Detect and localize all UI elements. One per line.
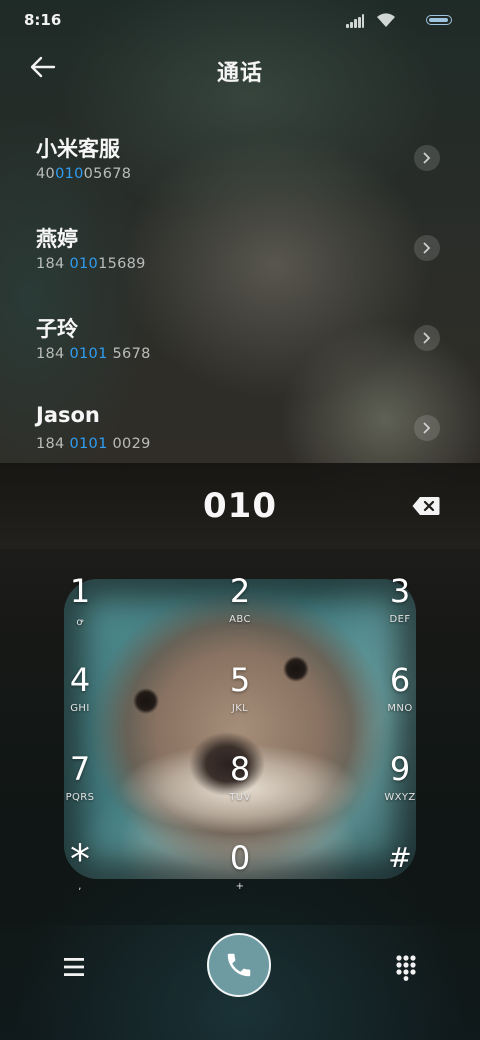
- key-1[interactable]: 1 ꝍ: [38, 549, 122, 628]
- key-7[interactable]: 7 PQRS: [38, 727, 122, 805]
- key-9[interactable]: 9 WXYZ: [358, 727, 442, 805]
- menu-button[interactable]: [60, 953, 88, 981]
- contact-detail-button[interactable]: [414, 145, 440, 171]
- battery-icon: [426, 15, 452, 25]
- dialpad-icon: [396, 955, 416, 981]
- backspace-icon: [412, 497, 440, 515]
- page-title: 通话: [216, 61, 263, 86]
- contact-name: 小米客服: [36, 137, 120, 161]
- contact-number: 184 0101 0029: [36, 436, 151, 452]
- matched-digits: 010: [69, 256, 99, 272]
- chevron-right-icon: [423, 422, 431, 434]
- signal-icon: [346, 14, 364, 28]
- dialed-number: 010: [203, 486, 277, 526]
- matched-digits: 0101: [69, 436, 108, 452]
- key-2[interactable]: 2 ABC: [198, 549, 282, 627]
- contact-name: 燕婷: [36, 227, 78, 251]
- contact-item[interactable]: 燕婷 184 01015689: [0, 205, 480, 295]
- key-6[interactable]: 6 MNO: [358, 638, 442, 716]
- contact-detail-button[interactable]: [414, 235, 440, 261]
- status-time: 8:16: [24, 11, 62, 29]
- header: 通话: [0, 40, 480, 100]
- call-button[interactable]: [207, 933, 271, 997]
- chevron-right-icon: [423, 242, 431, 254]
- key-star[interactable]: * ,: [38, 816, 122, 894]
- dialpad-toggle-button[interactable]: [394, 953, 418, 981]
- contact-list: 小米客服 4001005678 燕婷 184 01015689 子玲 184 0…: [0, 115, 480, 475]
- contact-item[interactable]: 子玲 184 0101 5678: [0, 295, 480, 385]
- status-icons: [332, 12, 452, 28]
- matched-digits: 0101: [69, 346, 108, 362]
- key-hash[interactable]: #: [358, 816, 442, 894]
- voicemail-icon: ꝍ: [76, 617, 84, 628]
- contact-name: Jason: [36, 403, 100, 427]
- backspace-button[interactable]: [412, 496, 442, 518]
- contact-item[interactable]: Jason 184 0101 0029: [0, 385, 480, 475]
- key-5[interactable]: 5 JKL: [198, 638, 282, 716]
- contact-number: 184 01015689: [36, 256, 146, 272]
- key-3[interactable]: 3 DEF: [358, 549, 442, 627]
- bottom-bar: [0, 925, 480, 1040]
- wifi-icon: [376, 12, 396, 28]
- key-8[interactable]: 8 TUV: [198, 727, 282, 805]
- keypad: 1 ꝍ 2 ABC 3 DEF 4 GHI 5 JKL 6 MNO 7 PQRS…: [0, 549, 480, 925]
- key-0[interactable]: 0 +: [198, 816, 282, 894]
- contact-name: 子玲: [36, 317, 78, 341]
- dial-display: 010: [0, 463, 480, 549]
- phone-icon: [227, 953, 251, 977]
- contact-detail-button[interactable]: [414, 415, 440, 441]
- chevron-right-icon: [423, 332, 431, 344]
- chevron-right-icon: [423, 152, 431, 164]
- key-4[interactable]: 4 GHI: [38, 638, 122, 716]
- contact-item[interactable]: 小米客服 4001005678: [0, 115, 480, 205]
- status-bar: 8:16: [0, 0, 480, 40]
- menu-icon: [64, 958, 84, 976]
- contact-detail-button[interactable]: [414, 325, 440, 351]
- contact-number: 4001005678: [36, 166, 132, 182]
- matched-digits: 010: [55, 166, 84, 182]
- contact-number: 184 0101 5678: [36, 346, 151, 362]
